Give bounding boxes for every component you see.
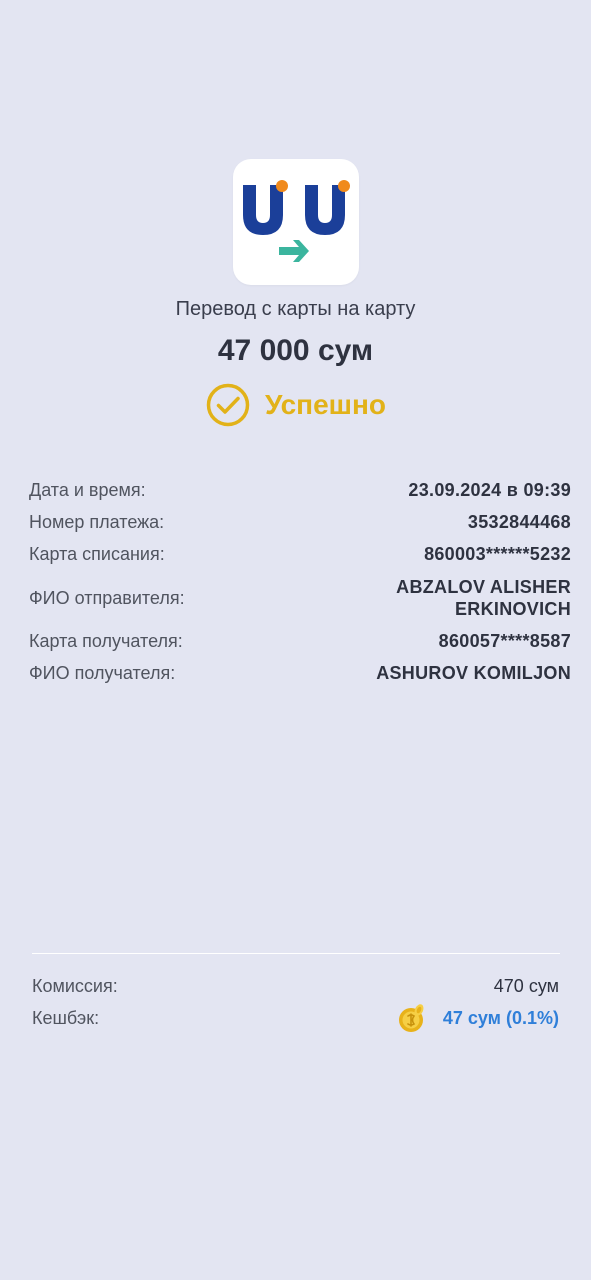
detail-row-recipient-card: Карта получателя: 860057****8587 xyxy=(29,631,571,652)
commission-value: 470 сум xyxy=(493,975,559,996)
recipient-card-label: Карта получателя: xyxy=(29,631,183,651)
debit-card-label: Карта списания: xyxy=(29,544,165,564)
detail-row-recipient: ФИО получателя: ASHUROV KOMILJON xyxy=(29,663,571,684)
recipient-value: ASHUROV KOMILJON xyxy=(376,663,571,683)
commission-label: Комиссия: xyxy=(32,975,118,996)
cashback-info: 47 сум (0.1%) xyxy=(397,1002,559,1034)
date-value: 23.09.2024 в 09:39 xyxy=(408,480,571,500)
date-label: Дата и время: xyxy=(29,480,146,500)
transfer-amount: 47 000 сум xyxy=(217,334,374,367)
fees-section: Комиссия: 470 сум Кешбэк: 47 сум (0.1%) xyxy=(32,970,559,1034)
coin-icon xyxy=(398,1004,424,1032)
payment-number-value: 3532844468 xyxy=(467,512,571,532)
detail-row-sender: ФИО отправителя: ABZALOV ALISHER ERKINOV… xyxy=(29,576,571,620)
uzcard-transfer-logo-icon xyxy=(243,180,350,262)
cashback-label: Кешбэк: xyxy=(32,1007,100,1028)
section-divider xyxy=(32,953,560,954)
cashback-value: 47 сум (0.1%) xyxy=(442,1007,559,1028)
detail-row-payment-number: Номер платежа: 3532844468 xyxy=(29,512,571,533)
status-badge: Успешно xyxy=(0,382,591,428)
sender-value: ABZALOV ALISHER ERKINOVICH xyxy=(396,576,571,620)
recipient-label: ФИО получателя: xyxy=(29,663,176,683)
sender-name-line1: ABZALOV ALISHER xyxy=(396,577,571,597)
debit-card-value: 860003******5232 xyxy=(424,544,571,564)
fee-row-commission: Комиссия: 470 сум xyxy=(32,970,559,1002)
transfer-type-title: Перевод с карты на карту xyxy=(175,298,416,320)
detail-row-debit-card: Карта списания: 860003******5232 xyxy=(29,544,571,565)
app-logo xyxy=(233,159,359,285)
sender-name-line2: ERKINOVICH xyxy=(454,599,571,619)
payment-number-label: Номер платежа: xyxy=(29,512,165,532)
sender-label: ФИО отправителя: xyxy=(29,587,185,608)
status-text: Успешно xyxy=(264,389,387,420)
recipient-card-value: 860057****8587 xyxy=(438,631,571,651)
transaction-details: Дата и время: 23.09.2024 в 09:39 Номер п… xyxy=(29,480,571,695)
fee-row-cashback: Кешбэк: 47 сум (0.1%) xyxy=(32,1002,559,1034)
check-circle-icon xyxy=(206,383,250,427)
detail-row-date: Дата и время: 23.09.2024 в 09:39 xyxy=(29,480,571,501)
